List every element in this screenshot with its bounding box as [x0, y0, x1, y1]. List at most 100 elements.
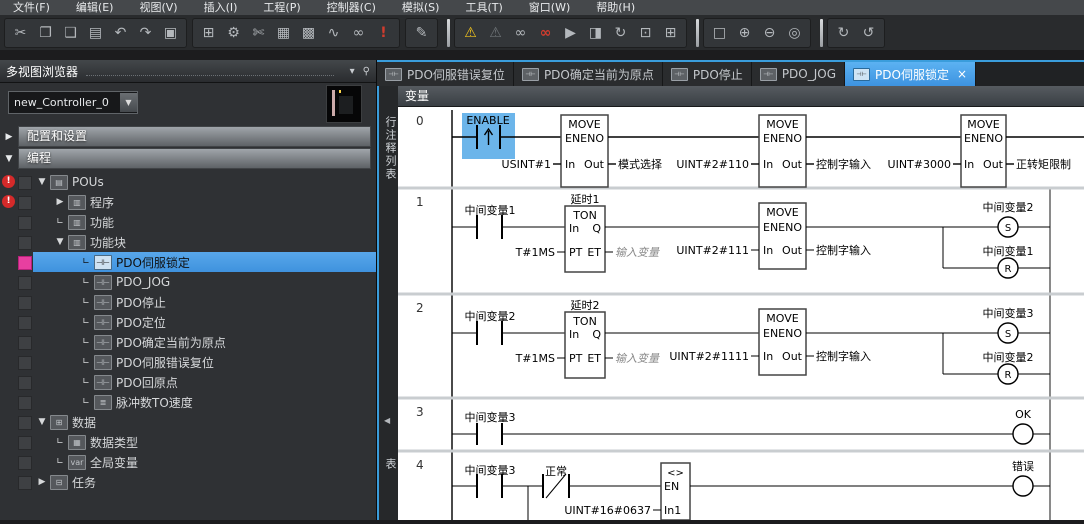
input-operand[interactable]: UINT#2#1111 [669, 350, 749, 363]
chevron-down-icon[interactable]: ▼ [34, 417, 50, 427]
menu-view[interactable]: 视图(V) [126, 0, 190, 15]
output-operand[interactable]: 控制字输入 [816, 243, 871, 257]
tab-pdo-set-origin[interactable]: ⊣⊢ PDO确定当前为原点 [514, 62, 663, 86]
synchronize-icon[interactable]: ↻ [608, 20, 633, 46]
section-programming[interactable]: ▼ 编程 [0, 148, 376, 169]
rung-comment-list-tab[interactable]: 行注释列表 [382, 116, 398, 181]
tree-item-pdo-set-origin[interactable]: ∟ ⊣⊢ PDO确定当前为原点 [0, 332, 376, 352]
tree-item-function-blocks[interactable]: ▼ ▥ 功能块 [0, 232, 376, 252]
reset-coil[interactable]: R [998, 258, 1050, 278]
warning-disabled-icon[interactable]: ⚠ [483, 20, 508, 46]
timer-instance-label[interactable]: 延时2 [571, 299, 600, 312]
set-coil[interactable]: S [998, 323, 1050, 343]
collapse-icon[interactable]: ▾ [350, 66, 355, 77]
zoom-100-icon[interactable]: ◎ [782, 20, 807, 46]
io-map-icon[interactable]: ▩ [296, 20, 321, 46]
move-block[interactable]: MOVE EN ENO In Out [759, 309, 806, 375]
tree-item-pdo-position[interactable]: ∟ ⊣⊢ PDO定位 [0, 312, 376, 332]
contact-intermediate-var3[interactable] [452, 474, 543, 498]
menu-tools[interactable]: 工具(T) [452, 0, 515, 15]
abort-icon[interactable]: ! [371, 20, 396, 46]
tree-item-data-types[interactable]: ∟ ▦ 数据类型 [0, 432, 376, 452]
tab-pdo-servo-error-reset[interactable]: ⊣⊢ PDO伺服错误复位 [377, 62, 514, 86]
restart-left-icon[interactable]: ↻ [831, 20, 856, 46]
et-placeholder[interactable]: 输入变量 [615, 352, 660, 365]
contact-intermediate-var1[interactable] [452, 215, 565, 239]
watch-icon[interactable]: ∿ [321, 20, 346, 46]
chevron-right-icon[interactable]: ▶ [52, 197, 68, 207]
menu-project[interactable]: 工程(P) [250, 0, 313, 15]
ton-block[interactable]: TON In Q PT ET [565, 312, 605, 378]
exec-mode-icon[interactable]: ◨ [583, 20, 608, 46]
contact-intermediate-var2[interactable] [452, 321, 565, 345]
input-operand[interactable]: USINT#1 [502, 158, 551, 171]
tree-item-pulse-to-speed[interactable]: ∟ ≣ 脉冲数TO速度 [0, 392, 376, 412]
search-icon[interactable]: ∞ [346, 20, 371, 46]
chevron-down-icon[interactable]: ▼ [34, 177, 50, 187]
not-equal-block[interactable]: <> EN In1 [661, 463, 690, 520]
tree-item-global-variables[interactable]: ∟ var 全局变量 [0, 452, 376, 472]
chevron-right-icon[interactable]: ▶ [34, 477, 50, 487]
menu-help[interactable]: 帮助(H) [583, 0, 648, 15]
controller-select[interactable]: new_Controller_0 ▼ [8, 91, 138, 114]
set-coil[interactable]: S [998, 217, 1050, 237]
pt-operand[interactable]: T#1MS [515, 246, 555, 259]
zoom-in-icon[interactable]: ⊕ [732, 20, 757, 46]
input-operand[interactable]: UINT#2#111 [676, 244, 749, 257]
tab-pdo-servo-lock[interactable]: ⊣⊢ PDO伺服锁定 × [845, 62, 976, 86]
tab-pdo-stop[interactable]: ⊣⊢ PDO停止 [663, 62, 752, 86]
tree-item-functions[interactable]: ∟ ▥ 功能 [0, 212, 376, 232]
menu-insert[interactable]: 插入(I) [191, 0, 251, 15]
menu-file[interactable]: 文件(F) [0, 0, 63, 15]
fit-to-window-icon[interactable]: □ [707, 20, 732, 46]
paste-icon[interactable]: ❑ [58, 20, 83, 46]
output-operand[interactable]: 控制字输入 [816, 157, 871, 171]
input-operand[interactable]: UINT#16#0637 [564, 504, 651, 517]
redo-icon[interactable]: ↷ [133, 20, 158, 46]
move-block-1[interactable]: MOVE EN ENO In Out [561, 115, 608, 187]
zoom-out-icon[interactable]: ⊖ [757, 20, 782, 46]
collapse-left-icon[interactable]: ◀ [384, 416, 390, 425]
menu-controller[interactable]: 控制器(C) [314, 0, 389, 15]
tab-pdo-jog[interactable]: ⊣⊢ PDO_JOG [752, 62, 845, 86]
close-icon[interactable]: × [957, 67, 967, 81]
move-block-2[interactable]: MOVE EN ENO In Out [759, 115, 806, 187]
tree-item-data[interactable]: ▼ ⊞ 数据 [0, 412, 376, 432]
ton-block[interactable]: TON In Q PT ET [565, 206, 605, 272]
input-operand[interactable]: UINT#3000 [888, 158, 951, 171]
input-operand[interactable]: UINT#2#110 [676, 158, 749, 171]
output-coil-error[interactable] [1013, 476, 1050, 496]
delete-icon[interactable]: ▤ [83, 20, 108, 46]
output-operand[interactable]: 正转矩限制 [1016, 157, 1071, 171]
edit-rung-icon[interactable]: ✎ [409, 20, 434, 46]
monitor-stop-icon[interactable]: ∞ [533, 20, 558, 46]
tree-item-tasks[interactable]: ▶ ⊟ 任务 [0, 472, 376, 492]
menu-simulation[interactable]: 模拟(S) [389, 0, 453, 15]
et-placeholder[interactable]: 输入变量 [615, 246, 660, 259]
timer-instance-label[interactable]: 延时1 [571, 193, 600, 206]
monitor-icon[interactable]: ∞ [508, 20, 533, 46]
warning-enabled-icon[interactable]: ⚠ [458, 20, 483, 46]
transfer-icon[interactable]: ⊞ [196, 20, 221, 46]
output-operand[interactable]: 模式选择 [618, 157, 662, 171]
undo-icon[interactable]: ↶ [108, 20, 133, 46]
build-icon[interactable]: ⚙ [221, 20, 246, 46]
tree-item-pous[interactable]: ! ▼ ▤ POUs [0, 172, 376, 192]
contact-intermediate-var3[interactable] [452, 423, 1013, 445]
rebuild-icon[interactable]: ✄ [246, 20, 271, 46]
section-configuration[interactable]: ▶ 配置和设置 [0, 126, 376, 147]
tree-item-programs[interactable]: ! ▶ ▥ 程序 [0, 192, 376, 212]
output-coil-ok[interactable] [1013, 424, 1050, 444]
tree-item-pdo-stop[interactable]: ∟ ⊣⊢ PDO停止 [0, 292, 376, 312]
help-icon[interactable]: ▣ [158, 20, 183, 46]
tree-item-pdo-servo-lock[interactable]: ∟ ⊣⊢ PDO伺服锁定 [0, 252, 376, 272]
differential-monitor-2-icon[interactable]: ⊞ [658, 20, 683, 46]
restart-right-icon[interactable]: ↺ [856, 20, 881, 46]
pin-icon[interactable]: ⚲ [363, 66, 370, 77]
chevron-down-icon[interactable]: ▼ [52, 237, 68, 247]
variables-bar[interactable]: 变量 [398, 86, 1084, 107]
pt-operand[interactable]: T#1MS [515, 352, 555, 365]
run-icon[interactable]: ▶ [558, 20, 583, 46]
differential-monitor-1-icon[interactable]: ⊡ [633, 20, 658, 46]
cut-icon[interactable]: ✂ [8, 20, 33, 46]
